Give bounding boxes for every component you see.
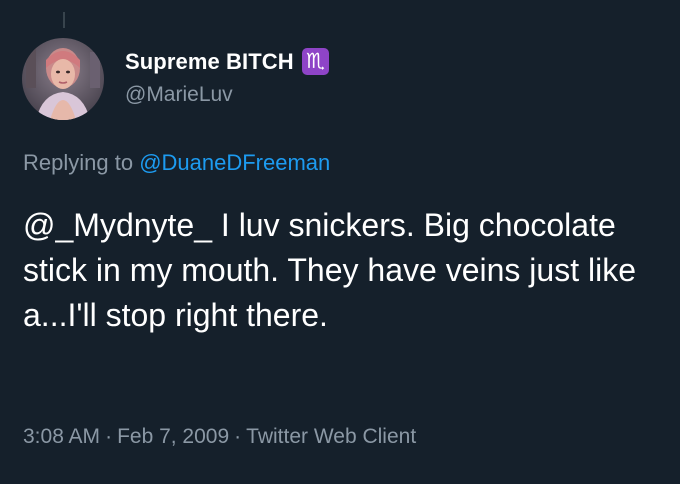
author-names: Supreme BITCH ♏ @MarieLuv bbox=[125, 46, 329, 107]
scorpio-zodiac-icon: ♏ bbox=[301, 48, 329, 75]
tweet-metadata: 3:08 AM · Feb 7, 2009 · Twitter Web Client bbox=[23, 425, 416, 449]
tweet-source-link[interactable]: Twitter Web Client bbox=[246, 425, 416, 448]
tweet-date-link[interactable]: Feb 7, 2009 bbox=[117, 425, 229, 448]
display-name-row: Supreme BITCH ♏ bbox=[125, 46, 329, 78]
tweet-header: Supreme BITCH ♏ @MarieLuv bbox=[22, 38, 329, 120]
replying-to-line: Replying to @DuaneDFreeman bbox=[23, 150, 330, 176]
display-name[interactable]: Supreme BITCH bbox=[125, 49, 294, 75]
tweet-time-link[interactable]: 3:08 AM bbox=[23, 425, 100, 448]
meta-separator: · bbox=[234, 425, 242, 448]
meta-separator: · bbox=[105, 425, 113, 448]
avatar-image bbox=[22, 38, 104, 120]
thread-connector-line bbox=[63, 12, 65, 28]
avatar[interactable] bbox=[22, 38, 104, 120]
replying-to-prefix: Replying to bbox=[23, 150, 140, 175]
replying-to-mention-link[interactable]: @DuaneDFreeman bbox=[139, 150, 330, 175]
user-handle[interactable]: @MarieLuv bbox=[125, 83, 329, 107]
tweet-text: @_Mydnyte_ I luv snickers. Big chocolate… bbox=[23, 207, 636, 333]
